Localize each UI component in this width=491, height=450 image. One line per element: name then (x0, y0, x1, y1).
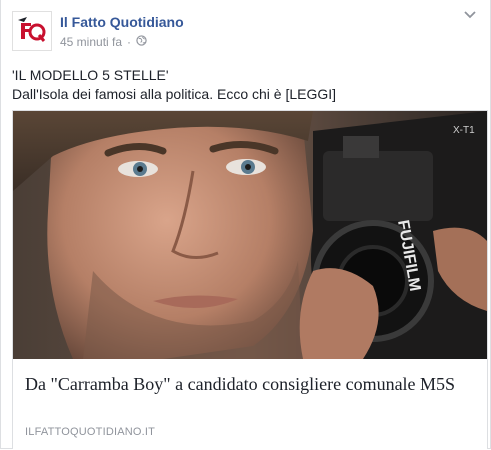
post-timestamp[interactable]: 45 minuti fa (60, 35, 122, 49)
globe-icon (136, 35, 147, 49)
post-message-line: 'IL MODELLO 5 STELLE' (12, 67, 169, 83)
link-preview-card[interactable]: FUJIFILM X-T1 Da "Carramba Boy" a candid… (12, 110, 488, 449)
post-message-line[interactable]: Dall'Isola dei famosi alla politica. Ecc… (12, 85, 478, 104)
post-options-button[interactable] (460, 7, 480, 23)
facebook-post: Il Fatto Quotidiano 45 minuti fa · 'IL M… (0, 0, 491, 449)
link-preview-image[interactable]: FUJIFILM X-T1 (13, 111, 487, 359)
post-header: Il Fatto Quotidiano 45 minuti fa · (12, 11, 490, 51)
link-preview-domain: ILFATTOQUOTIDIANO.IT (25, 426, 156, 438)
meta-separator: · (127, 35, 132, 49)
camera-model-text: X-T1 (453, 125, 475, 136)
post-message: 'IL MODELLO 5 STELLE' Dall'Isola dei fam… (12, 66, 478, 104)
post-meta: 45 minuti fa · (60, 35, 147, 49)
article-photo: FUJIFILM X-T1 (13, 111, 487, 359)
link-preview-body[interactable]: Da "Carramba Boy" a candidato consiglier… (13, 359, 487, 449)
page-name-link[interactable]: Il Fatto Quotidiano (60, 14, 184, 30)
il-fatto-quotidiano-logo-icon (15, 14, 49, 48)
link-preview-title[interactable]: Da "Carramba Boy" a candidato consiglier… (25, 373, 475, 395)
avatar[interactable] (12, 11, 52, 51)
chevron-down-icon (464, 6, 476, 23)
